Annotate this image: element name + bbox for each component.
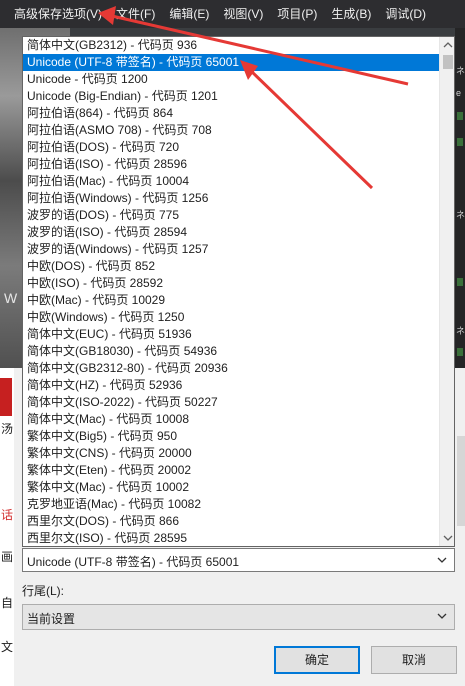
- encoding-dropdown-list[interactable]: 简体中文(GB2312) - 代码页 936 Unicode (UTF-8 带签…: [22, 36, 455, 547]
- side-text: 汤: [1, 422, 14, 436]
- encoding-option[interactable]: 简体中文(Mac) - 代码页 10008: [23, 411, 439, 428]
- encoding-option[interactable]: 阿拉伯语(864) - 代码页 864: [23, 105, 439, 122]
- strip-glyph: ネ: [456, 210, 465, 220]
- encoding-option[interactable]: 繁体中文(Eten) - 代码页 20002: [23, 462, 439, 479]
- encoding-option[interactable]: 克罗地亚语(Mac) - 代码页 10082: [23, 496, 439, 513]
- dropdown-scrollbar[interactable]: [439, 37, 455, 546]
- encoding-option[interactable]: 阿拉伯语(ASMO 708) - 代码页 708: [23, 122, 439, 139]
- encoding-option[interactable]: 波罗的语(Windows) - 代码页 1257: [23, 241, 439, 258]
- menu-build[interactable]: 生成(B): [324, 0, 378, 28]
- encoding-option[interactable]: 波罗的语(ISO) - 代码页 28594: [23, 224, 439, 241]
- menu-view[interactable]: 视图(V): [216, 0, 270, 28]
- encoding-option[interactable]: 简体中文(GB18030) - 代码页 54936: [23, 343, 439, 360]
- encoding-option[interactable]: 波罗的语(DOS) - 代码页 775: [23, 207, 439, 224]
- side-text: 自: [1, 596, 14, 610]
- strip-marker: [457, 112, 463, 120]
- encoding-option[interactable]: 阿拉伯语(ISO) - 代码页 28596: [23, 156, 439, 173]
- menu-file[interactable]: 文件(F): [109, 0, 162, 28]
- line-ending-select-value: 当前设置: [27, 612, 76, 626]
- encoding-option[interactable]: 简体中文(EUC) - 代码页 51936: [23, 326, 439, 343]
- menu-advanced-save-options[interactable]: 高级保存选项(V): [0, 0, 109, 28]
- chevron-down-icon: [437, 557, 447, 563]
- encoding-option[interactable]: 中欧(DOS) - 代码页 852: [23, 258, 439, 275]
- ok-button[interactable]: 确定: [274, 646, 360, 674]
- encoding-option[interactable]: 繁体中文(Big5) - 代码页 950: [23, 428, 439, 445]
- encoding-option[interactable]: Unicode - 代码页 1200: [23, 71, 439, 88]
- encoding-option[interactable]: 西里尔文(ISO) - 代码页 28595: [23, 530, 439, 546]
- encoding-option[interactable]: 繁体中文(CNS) - 代码页 20000: [23, 445, 439, 462]
- editor-right-strip: [455, 28, 465, 368]
- encoding-option[interactable]: 繁体中文(Mac) - 代码页 10002: [23, 479, 439, 496]
- encoding-option[interactable]: 阿拉伯语(Mac) - 代码页 10004: [23, 173, 439, 190]
- encoding-option[interactable]: 中欧(Windows) - 代码页 1250: [23, 309, 439, 326]
- menu-debug[interactable]: 调试(D): [378, 0, 433, 28]
- encoding-option[interactable]: 简体中文(HZ) - 代码页 52936: [23, 377, 439, 394]
- encoding-option[interactable]: 中欧(Mac) - 代码页 10029: [23, 292, 439, 309]
- chevron-down-icon: [437, 613, 447, 619]
- cancel-button[interactable]: 取消: [371, 646, 457, 674]
- background-photo-caption: W: [4, 290, 18, 306]
- menu-project[interactable]: 项目(P): [270, 0, 324, 28]
- side-text: 画: [1, 550, 14, 564]
- side-scrollbar[interactable]: [457, 436, 465, 526]
- line-ending-select[interactable]: 当前设置: [22, 604, 455, 630]
- encoding-option[interactable]: 阿拉伯语(DOS) - 代码页 720: [23, 139, 439, 156]
- strip-marker: [457, 348, 463, 356]
- menu-bar: 高级保存选项(V) 文件(F) 编辑(E) 视图(V) 项目(P) 生成(B) …: [0, 0, 465, 28]
- menu-edit[interactable]: 编辑(E): [162, 0, 216, 28]
- line-ending-label: 行尾(L):: [22, 584, 65, 598]
- encoding-option[interactable]: 阿拉伯语(Windows) - 代码页 1256: [23, 190, 439, 207]
- strip-marker: [457, 138, 463, 146]
- strip-glyph: e: [456, 88, 462, 98]
- side-text: 文: [1, 640, 14, 654]
- encoding-option[interactable]: 简体中文(ISO-2022) - 代码页 50227: [23, 394, 439, 411]
- encoding-select-value: Unicode (UTF-8 带签名) - 代码页 65001: [27, 555, 240, 569]
- red-marker: [0, 378, 12, 416]
- scroll-up-arrow-icon[interactable]: [440, 37, 455, 53]
- scrollbar-thumb[interactable]: [443, 55, 453, 69]
- encoding-option[interactable]: 西里尔文(DOS) - 代码页 866: [23, 513, 439, 530]
- encoding-option-selected[interactable]: Unicode (UTF-8 带签名) - 代码页 65001: [23, 54, 439, 71]
- side-text: 话: [1, 508, 14, 522]
- strip-glyph: ネ: [456, 66, 465, 76]
- strip-glyph: ネ: [456, 326, 465, 336]
- strip-marker: [457, 278, 463, 286]
- encoding-select[interactable]: Unicode (UTF-8 带签名) - 代码页 65001: [22, 548, 455, 572]
- encoding-option[interactable]: Unicode (Big-Endian) - 代码页 1201: [23, 88, 439, 105]
- encoding-option[interactable]: 简体中文(GB2312) - 代码页 936: [23, 37, 439, 54]
- encoding-option[interactable]: 简体中文(GB2312-80) - 代码页 20936: [23, 360, 439, 377]
- encoding-option[interactable]: 中欧(ISO) - 代码页 28592: [23, 275, 439, 292]
- scroll-down-arrow-icon[interactable]: [440, 530, 455, 546]
